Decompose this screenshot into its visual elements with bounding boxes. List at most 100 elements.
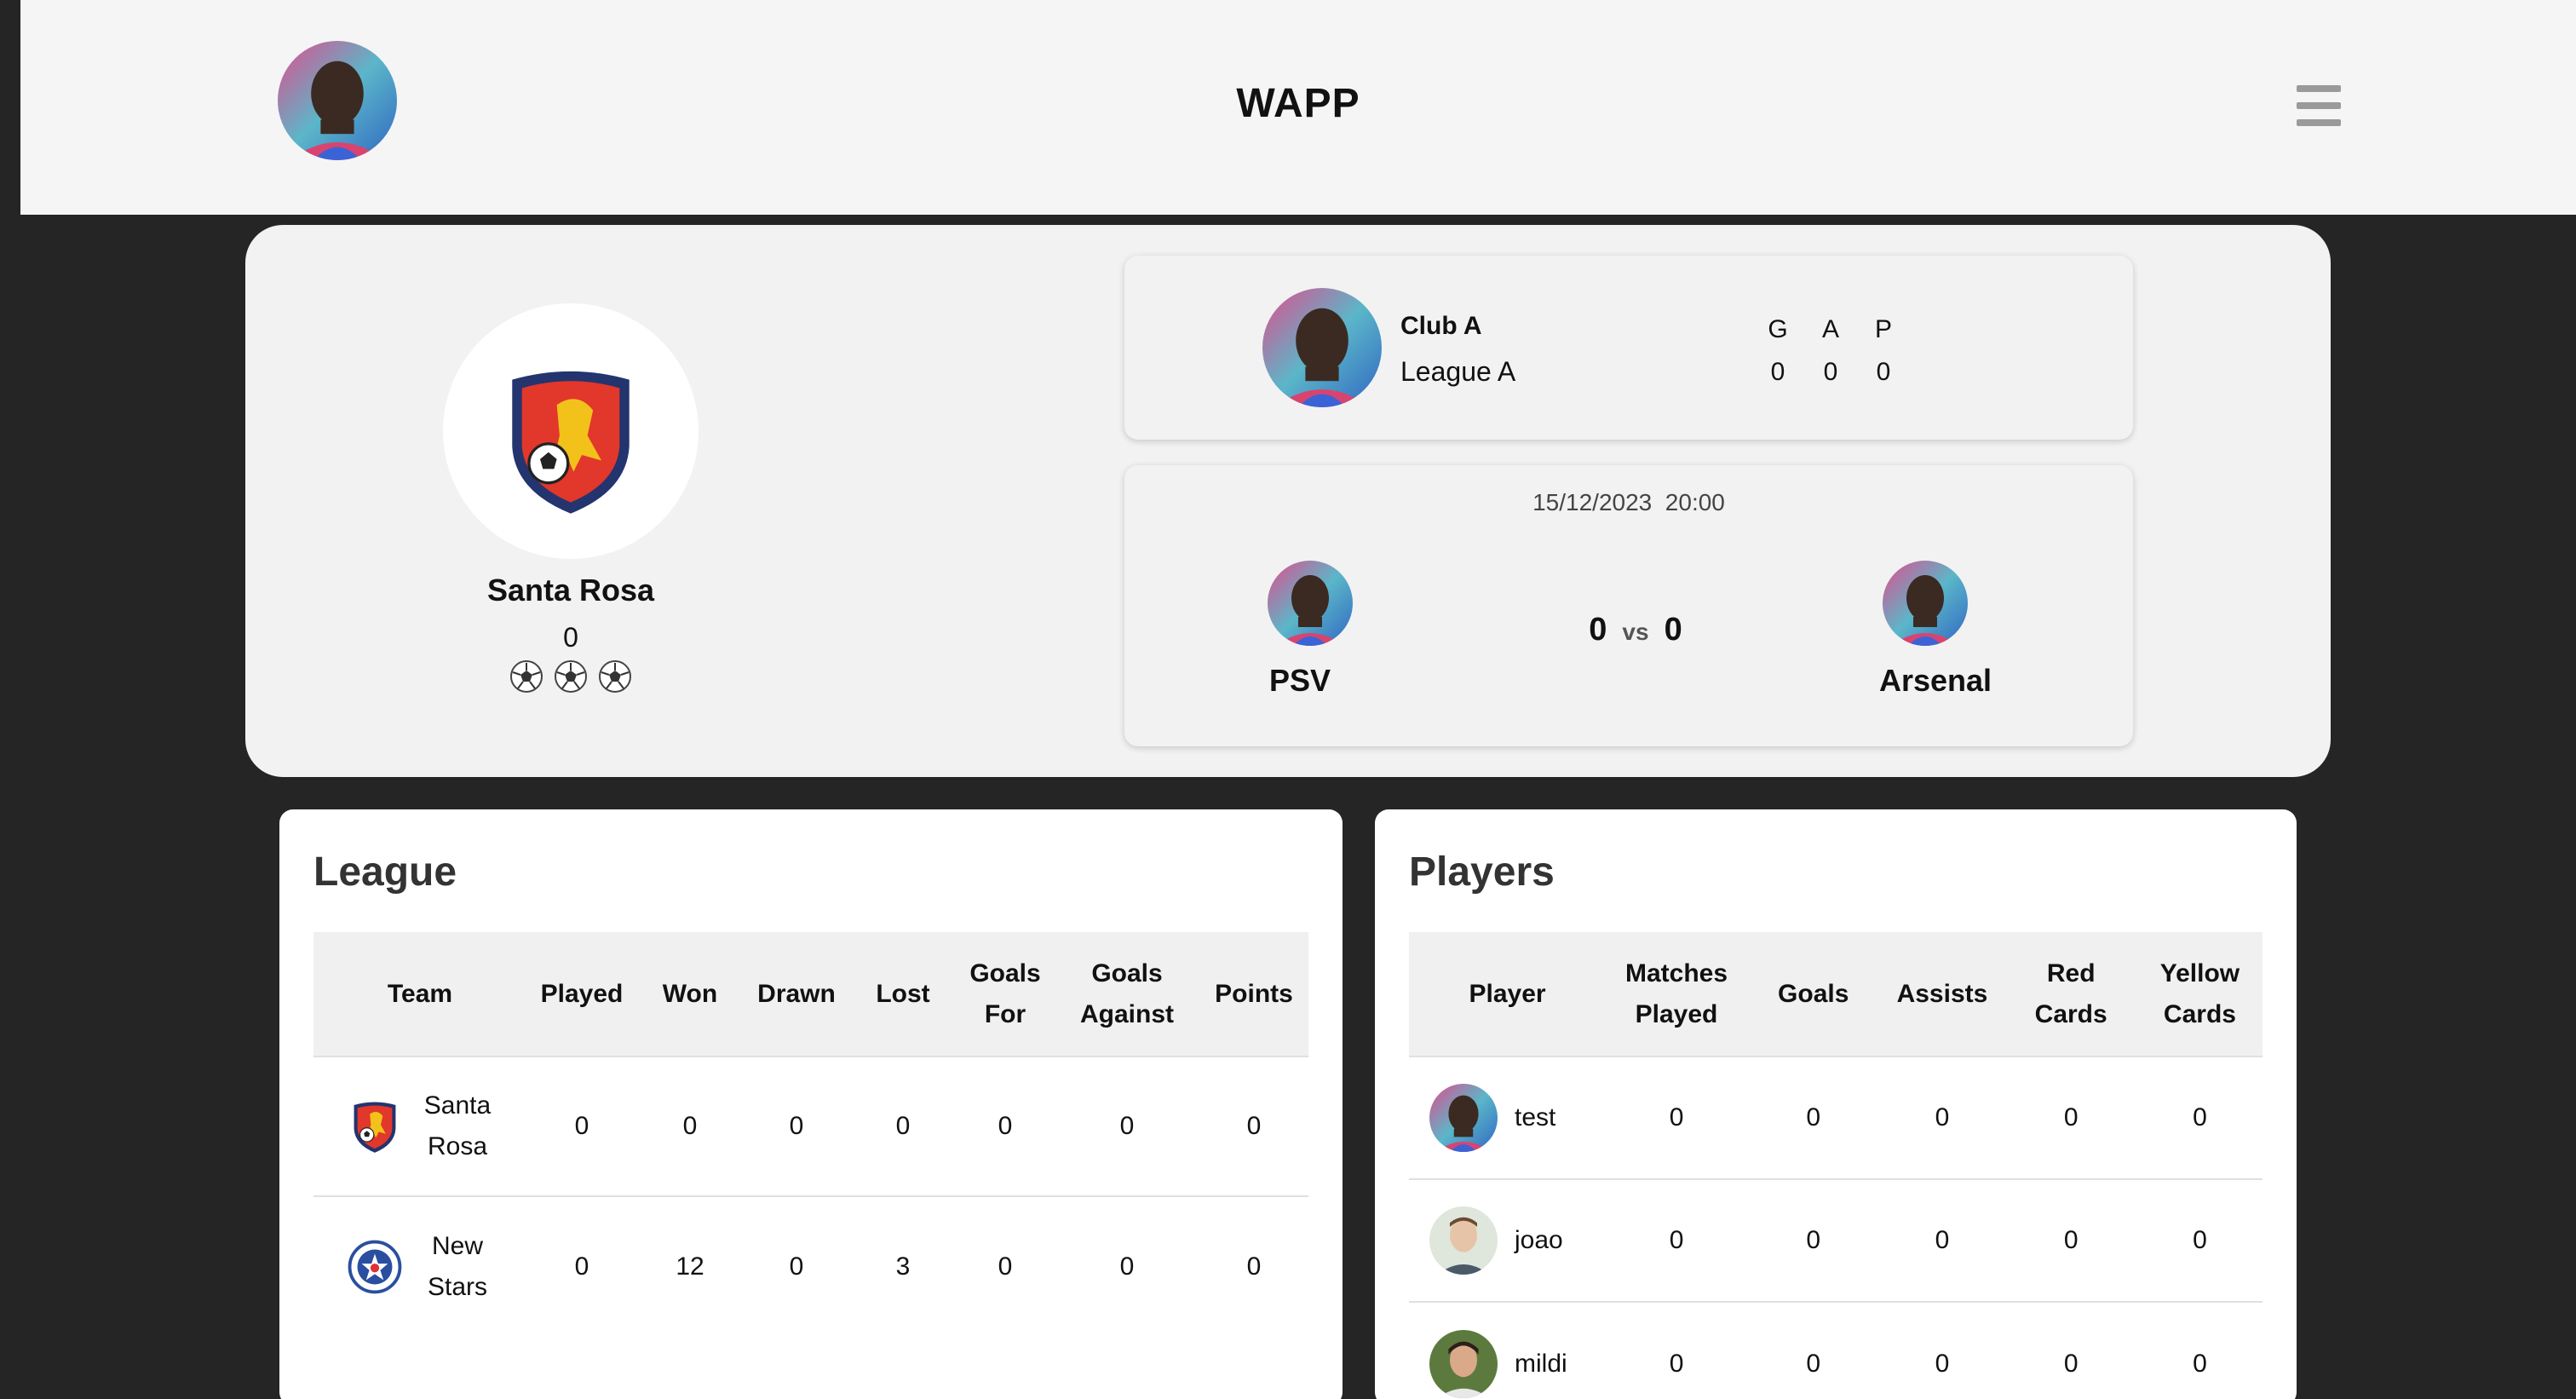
- player-avatar: [1429, 1084, 1498, 1152]
- table-row[interactable]: test 0 0 0 0 0: [1409, 1056, 2263, 1179]
- santa-rosa-crest-icon: [348, 1099, 402, 1154]
- col-drawn[interactable]: Drawn: [743, 932, 850, 1056]
- away-team-name[interactable]: Arsenal: [1835, 663, 2036, 699]
- soccer-ball-icon: [554, 659, 588, 694]
- table-row[interactable]: joao 0 0 0 0 0: [1409, 1178, 2263, 1302]
- players-title: Players: [1409, 849, 1555, 895]
- soccer-ball-icon: [509, 659, 543, 694]
- assists-cell: 0: [1879, 1056, 2005, 1179]
- points-cell: 0: [1199, 1056, 1308, 1196]
- col-lost[interactable]: Lost: [850, 932, 956, 1056]
- goals-against-cell: 0: [1055, 1056, 1199, 1196]
- club-profile-card: Santa Rosa 0 Club A League A G 0 A 0 P 0…: [245, 225, 2331, 777]
- yellow-cards-cell: 0: [2136, 1301, 2263, 1399]
- assists-cell: 0: [1879, 1301, 2005, 1399]
- red-cards-cell: 0: [2004, 1178, 2137, 1302]
- table-row[interactable]: mildi 0 0 0 0 0: [1409, 1301, 2263, 1399]
- hamburger-menu-icon[interactable]: [2297, 85, 2341, 126]
- players-card: Players Player Matches Played Goals Assi…: [1375, 809, 2297, 1399]
- lost-cell: 3: [850, 1195, 956, 1336]
- drawn-cell: 0: [743, 1195, 850, 1336]
- club-crest-icon: [497, 363, 644, 516]
- app-title: WAPP: [1236, 81, 1360, 126]
- new-stars-crest-icon: [348, 1240, 402, 1294]
- player-cell: test: [1409, 1056, 1607, 1179]
- away-team-avatar[interactable]: [1883, 561, 1968, 646]
- player-avatar[interactable]: [1262, 288, 1382, 407]
- played-cell: 0: [526, 1056, 637, 1196]
- league-label: League A: [1400, 356, 1516, 387]
- player-name[interactable]: joao: [1515, 1220, 1563, 1261]
- player-name[interactable]: test: [1515, 1097, 1555, 1138]
- points-cell: 0: [1199, 1195, 1308, 1336]
- col-assists[interactable]: Assists: [1879, 932, 2004, 1056]
- home-score: 0: [1589, 612, 1607, 648]
- home-team-avatar[interactable]: [1268, 561, 1353, 646]
- player-club-panel: Club A League A G 0 A 0 P 0: [1124, 256, 2133, 440]
- col-won[interactable]: Won: [637, 932, 743, 1056]
- goals-against-cell: 0: [1055, 1195, 1199, 1336]
- players-header-row: Player Matches Played Goals Assists Red …: [1409, 932, 2263, 1056]
- player-cell: joao: [1409, 1178, 1607, 1302]
- goals-cell: 0: [1747, 1301, 1880, 1399]
- league-table: Team Played Won Drawn Lost Goals For Goa…: [313, 932, 1308, 1336]
- col-red-cards[interactable]: Red Cards: [2004, 932, 2136, 1056]
- assists-cell: 0: [1879, 1178, 2005, 1302]
- league-header-row: Team Played Won Drawn Lost Goals For Goa…: [313, 932, 1308, 1056]
- col-player[interactable]: Player: [1409, 932, 1606, 1056]
- home-team-name[interactable]: PSV: [1210, 663, 1390, 699]
- col-goals-for[interactable]: Goals For: [956, 932, 1055, 1056]
- red-cards-cell: 0: [2004, 1301, 2137, 1399]
- col-goals-against[interactable]: Goals Against: [1055, 932, 1199, 1056]
- team-cell: New Stars: [313, 1195, 526, 1336]
- col-yellow-cards[interactable]: Yellow Cards: [2137, 932, 2263, 1056]
- goals-cell: 0: [1747, 1056, 1880, 1179]
- club-badge: [443, 303, 699, 559]
- red-cards-cell: 0: [2004, 1056, 2137, 1179]
- goals-for-cell: 0: [956, 1195, 1055, 1336]
- fixture-score: 0 vs 0: [1550, 612, 1721, 648]
- player-stats: G 0 A 0 P 0: [1760, 308, 1901, 394]
- lost-cell: 0: [850, 1056, 956, 1196]
- away-score: 0: [1664, 612, 1682, 648]
- league-card: League Team Played Won Drawn Lost Goals …: [279, 809, 1343, 1399]
- col-matches-played[interactable]: Matches Played: [1606, 932, 1747, 1056]
- team-name[interactable]: Santa Rosa: [419, 1085, 496, 1167]
- vs-label: vs: [1622, 619, 1649, 645]
- players-table: Player Matches Played Goals Assists Red …: [1409, 932, 2263, 1399]
- goals-cell: 0: [1747, 1178, 1880, 1302]
- col-points[interactable]: Points: [1199, 932, 1308, 1056]
- fixture-date: 15/12/2023 20:00: [1532, 489, 1725, 515]
- club-count: 0: [563, 622, 578, 653]
- club-name: Santa Rosa: [486, 573, 655, 607]
- league-title: League: [313, 849, 457, 895]
- col-played[interactable]: Played: [526, 932, 637, 1056]
- won-cell: 0: [637, 1056, 743, 1196]
- drawn-cell: 0: [743, 1056, 850, 1196]
- col-goals[interactable]: Goals: [1747, 932, 1879, 1056]
- stat-assists: A 0: [1821, 315, 1839, 386]
- matches-cell: 0: [1606, 1301, 1747, 1399]
- played-cell: 0: [526, 1195, 637, 1336]
- player-name[interactable]: mildi: [1515, 1344, 1567, 1385]
- matches-cell: 0: [1606, 1056, 1747, 1179]
- stat-goals: G 0: [1768, 315, 1788, 386]
- stat-points: P 0: [1874, 315, 1892, 386]
- player-cell: mildi: [1409, 1301, 1607, 1399]
- table-row[interactable]: Santa Rosa 0 0 0 0 0 0 0: [313, 1056, 1308, 1196]
- goals-for-cell: 0: [956, 1056, 1055, 1196]
- player-avatar: [1429, 1330, 1498, 1398]
- rating-balls: [509, 659, 632, 697]
- won-cell: 12: [637, 1195, 743, 1336]
- table-row[interactable]: New Stars 0 12 0 3 0 0 0: [313, 1195, 1308, 1336]
- col-team[interactable]: Team: [313, 932, 526, 1056]
- yellow-cards-cell: 0: [2136, 1056, 2263, 1179]
- app-header: WAPP: [20, 0, 2576, 215]
- soccer-ball-icon: [598, 659, 632, 694]
- team-name[interactable]: New Stars: [419, 1226, 496, 1308]
- player-avatar: [1429, 1206, 1498, 1275]
- matches-cell: 0: [1606, 1178, 1747, 1302]
- next-fixture-panel: 15/12/2023 20:00 PSV Arsenal 0 vs 0: [1124, 465, 2133, 746]
- team-cell: Santa Rosa: [313, 1056, 526, 1196]
- club-label: Club A: [1400, 312, 1482, 340]
